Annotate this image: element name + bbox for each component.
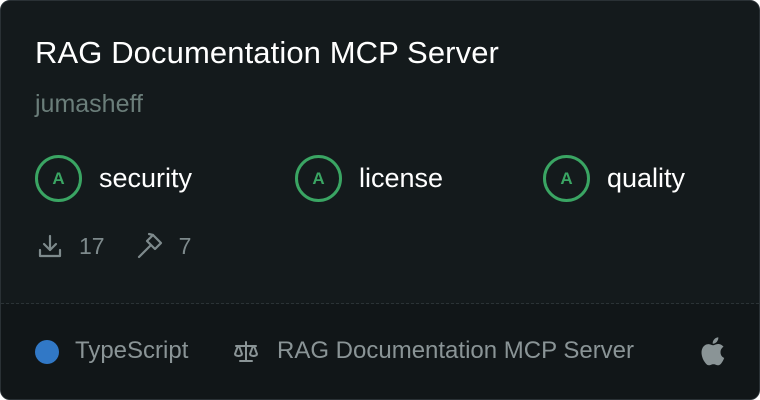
hammer-icon	[137, 232, 162, 259]
server-title[interactable]: RAG Documentation MCP Server	[35, 35, 499, 71]
card-footer: TypeScript RAG Documentation MCP Server	[1, 304, 759, 399]
license-label: RAG Documentation MCP Server	[277, 337, 635, 364]
scale-icon	[234, 341, 258, 362]
download-icon	[38, 234, 62, 258]
grade-label: security	[99, 163, 193, 193]
language-label: TypeScript	[75, 337, 189, 364]
language-color-dot	[35, 340, 59, 364]
stats-row: 17 7	[35, 231, 191, 261]
grade-security[interactable]: A security	[35, 155, 192, 202]
tools-count: 7	[178, 232, 192, 259]
grade-license[interactable]: A license	[295, 155, 443, 202]
grade-quality[interactable]: A quality	[543, 155, 685, 202]
apple-icon	[701, 337, 725, 366]
grade-badge-icon: A	[543, 155, 590, 202]
grade-label: license	[359, 163, 444, 193]
server-card[interactable]: RAG Documentation MCP Server jumasheff A…	[0, 0, 760, 400]
author-link[interactable]: jumasheff	[35, 90, 143, 119]
grade-label: quality	[607, 163, 686, 193]
grade-badge-icon: A	[295, 155, 342, 202]
download-count: 17	[79, 232, 105, 259]
grade-badge-icon: A	[35, 155, 82, 202]
